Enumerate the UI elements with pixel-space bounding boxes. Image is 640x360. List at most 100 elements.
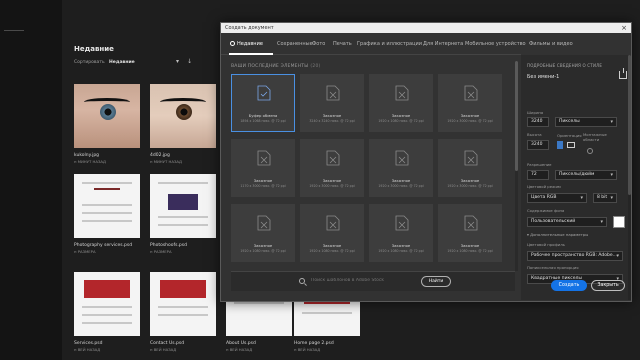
panel-scrollbar[interactable] xyxy=(628,55,631,300)
preset-tile[interactable]: Заказное 1920 x 1080 пикс. @ 72 ppi xyxy=(369,204,433,262)
tab-web[interactable]: Для Интернета xyxy=(423,41,463,47)
background-color-swatch[interactable] xyxy=(613,216,625,228)
tab-film-video[interactable]: Фильмы и видео xyxy=(529,41,573,47)
preset-meta: 1920 x 1080 пикс. @ 72 ppi xyxy=(447,249,493,253)
photoshop-window: Недавние Сортировать Недавние ▾ ↓ kukoln… xyxy=(0,0,640,360)
recent-file[interactable]: Services.psd н ВЕЙ НАЗАД xyxy=(74,272,140,352)
preset-tile[interactable]: Заказное 1920 x 1080 пикс. @ 72 ppi xyxy=(369,74,433,132)
bit-depth-select[interactable]: 8 bit ▾ xyxy=(593,193,617,203)
document-name[interactable]: Без имени-1 xyxy=(527,74,559,80)
document-icon xyxy=(395,215,409,231)
file-name: kukolny.jpg xyxy=(74,153,100,158)
grid-scrollbar[interactable] xyxy=(515,61,518,271)
preset-name: Заказное xyxy=(460,243,480,248)
preset-tile[interactable]: Заказное 3240 x 3240 пикс. @ 72 ppi xyxy=(300,74,364,132)
tab-mobile[interactable]: Мобильное устройство xyxy=(465,41,526,47)
file-date: н ВЕЙ НАЗАД xyxy=(74,347,101,352)
close-icon[interactable]: × xyxy=(621,23,627,33)
tab-print[interactable]: Печать xyxy=(333,41,352,47)
sidebar-divider xyxy=(4,30,24,31)
file-name: Home page 2.psd xyxy=(294,341,334,346)
portrait-orientation-icon[interactable] xyxy=(557,141,563,149)
document-icon xyxy=(257,150,271,166)
background-label: Содержимое фона xyxy=(527,208,565,213)
resolution-input[interactable]: 72 xyxy=(527,170,549,180)
preset-name: Заказное xyxy=(322,243,342,248)
recent-file[interactable]: Photoshoofs.psd н РАЗМЕРА xyxy=(150,174,216,254)
left-sidebar xyxy=(0,0,62,360)
recent-file[interactable]: Contact Us.psd н ВЕЙ НАЗАД xyxy=(150,272,216,352)
tab-saved[interactable]: Сохраненные xyxy=(277,41,313,47)
color-profile-select[interactable]: Рабочее пространство RGB: Adobe... ▾ xyxy=(527,251,623,261)
recent-file[interactable]: 4d02.jpg н МИНУТ НАЗАД xyxy=(150,84,216,164)
document-icon xyxy=(326,150,340,166)
clock-icon xyxy=(230,41,235,46)
tab-photo[interactable]: Фото xyxy=(312,41,325,47)
preset-tile[interactable]: Заказное 1920 x 1080 пикс. @ 72 ppi xyxy=(438,204,502,262)
tab-art-illustration[interactable]: Графика и иллюстрации xyxy=(357,41,422,47)
recent-heading: ВАШИ ПОСЛЕДНИЕ ЭЛЕМЕНТЫ (20) xyxy=(231,64,321,69)
preset-meta: 1920 x 3000 пикс. @ 72 ppi xyxy=(378,184,424,188)
resolution-label: Разрешение xyxy=(527,162,552,167)
height-input[interactable]: 3240 xyxy=(527,140,549,150)
preset-tile[interactable]: Заказное 1920 x 3000 пикс. @ 72 ppi xyxy=(300,139,364,197)
sort-toggles[interactable]: ▾ ↓ xyxy=(176,58,192,65)
file-date: н ВЕЙ НАЗАД xyxy=(150,347,177,352)
preset-tabs: Недавние Сохраненные Фото Печать Графика… xyxy=(221,33,573,55)
preset-tile[interactable]: Буфер обмена 1894 x 1068 пикс. @ 72 ppi xyxy=(231,74,295,132)
preset-name: Заказное xyxy=(253,243,273,248)
scrollbar-thumb[interactable] xyxy=(515,61,518,171)
document-icon xyxy=(464,150,478,166)
sort-value: Недавние xyxy=(109,60,135,65)
preset-tile[interactable]: Заказное 1920 x 1080 пикс. @ 72 ppi xyxy=(231,204,295,262)
preset-meta: 1170 x 3000 пикс. @ 72 ppi xyxy=(240,184,286,188)
width-unit-select[interactable]: Пикселы ▾ xyxy=(555,117,617,127)
preset-tile[interactable]: Заказное 1920 x 1080 пикс. @ 72 ppi xyxy=(300,204,364,262)
preset-meta: 3240 x 3240 пикс. @ 72 ppi xyxy=(309,119,355,123)
find-button[interactable]: Найти xyxy=(421,276,451,287)
sort-direction-icon[interactable]: ↓ xyxy=(187,58,192,65)
save-preset-icon[interactable] xyxy=(619,68,627,79)
landscape-orientation-icon[interactable] xyxy=(567,142,575,148)
stock-search-bar: Найти xyxy=(231,271,515,291)
artboards-checkbox[interactable] xyxy=(587,148,593,154)
file-date: н МИНУТ НАЗАД xyxy=(150,159,182,164)
recent-file[interactable]: kukolny.jpg н МИНУТ НАЗАД xyxy=(74,84,140,164)
create-button[interactable]: Создать xyxy=(551,280,587,291)
background-select[interactable]: Пользовательский ▾ xyxy=(527,217,607,227)
color-mode-select[interactable]: Цвета RGB ▾ xyxy=(527,193,587,203)
preset-tile[interactable]: Заказное 1920 x 3000 пикс. @ 72 ppi xyxy=(438,139,502,197)
resolution-unit-select[interactable]: Пикселы/дюйм ▾ xyxy=(555,170,617,180)
document-icon xyxy=(326,215,340,231)
preset-meta: 1920 x 1080 пикс. @ 72 ppi xyxy=(309,249,355,253)
width-input[interactable]: 3240 xyxy=(527,117,549,127)
preset-tile[interactable]: Заказное 1920 x 3000 пикс. @ 72 ppi xyxy=(369,139,433,197)
sort-label: Сортировать xyxy=(74,60,105,65)
width-label: Ширина xyxy=(527,110,544,115)
preset-name: Заказное xyxy=(460,113,480,118)
sort-control[interactable]: Сортировать Недавние xyxy=(74,60,135,65)
preset-meta: 1920 x 3000 пикс. @ 72 ppi xyxy=(447,184,493,188)
active-tab-indicator xyxy=(229,53,273,55)
close-button[interactable]: Закрыть xyxy=(591,280,625,291)
file-thumbnail xyxy=(150,174,216,238)
chevron-down-icon: ▾ xyxy=(610,119,613,125)
orientation-label: Ориентация xyxy=(557,133,582,138)
preset-name: Буфер обмена xyxy=(248,113,278,118)
document-icon xyxy=(464,215,478,231)
advanced-options-toggle[interactable]: ▾ Дополнительные параметры xyxy=(527,232,588,237)
chevron-down-icon[interactable]: ▾ xyxy=(176,58,179,65)
file-name: Contact Us.psd xyxy=(150,341,185,346)
preset-meta: 1920 x 3000 пикс. @ 72 ppi xyxy=(447,119,493,123)
scrollbar-thumb[interactable] xyxy=(628,55,631,195)
file-name: About Us.psd xyxy=(226,341,256,346)
tab-recent[interactable]: Недавние xyxy=(230,41,263,47)
dialog-title: Создать документ xyxy=(225,24,274,31)
stock-search-input[interactable] xyxy=(311,278,411,283)
recent-file[interactable]: Photography services.psd н РАЗМЕРА xyxy=(74,174,140,254)
chevron-down-icon: ▾ xyxy=(600,219,603,225)
preset-tile[interactable]: Заказное 1170 x 3000 пикс. @ 72 ppi xyxy=(231,139,295,197)
preset-tile[interactable]: Заказное 1920 x 3000 пикс. @ 72 ppi xyxy=(438,74,502,132)
preset-name: Заказное xyxy=(322,113,342,118)
artboards-label: Монтажные области xyxy=(583,132,607,142)
